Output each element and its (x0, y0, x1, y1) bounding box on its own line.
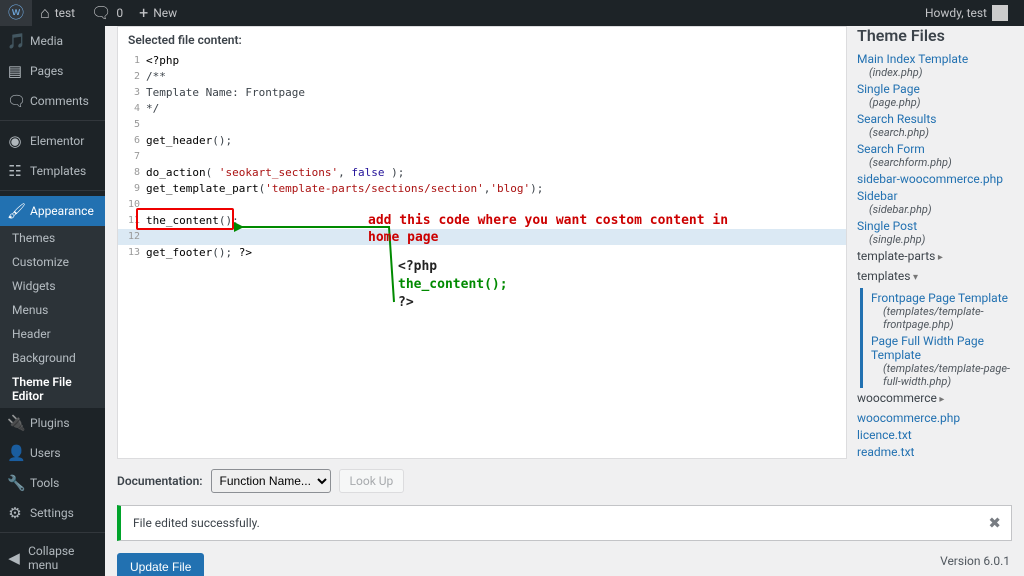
new-content-link[interactable]: +New (131, 0, 185, 26)
menu-elementor[interactable]: ◉Elementor (0, 126, 105, 156)
lookup-button[interactable]: Look Up (339, 469, 405, 493)
file-licence[interactable]: licence.txt (857, 425, 1012, 442)
submenu-menus[interactable]: Menus (0, 298, 105, 322)
plugins-icon: 🔌 (7, 414, 23, 432)
submenu-themes[interactable]: Themes (0, 226, 105, 250)
menu-separator (0, 186, 105, 191)
howdy-text: Howdy, test (925, 6, 987, 20)
settings-icon: ⚙ (7, 504, 23, 522)
menu-comments[interactable]: 🗨Comments (0, 86, 105, 116)
documentation-label: Documentation: (117, 474, 203, 488)
folder-templates[interactable]: templates (857, 266, 1012, 286)
folder-template-parts[interactable]: template-parts (857, 246, 1012, 266)
submenu-widgets[interactable]: Widgets (0, 274, 105, 298)
site-name-label: test (55, 6, 75, 20)
update-file-button[interactable]: Update File (117, 553, 204, 576)
collapse-icon: ◀ (7, 549, 21, 567)
wp-logo-icon[interactable]: ⓦ (0, 0, 32, 26)
submenu-header[interactable]: Header (0, 322, 105, 346)
main-content: Selected file content: 1<?php 2/** 3Temp… (105, 26, 1024, 576)
annotation-php-fn: the_content(); (398, 277, 508, 294)
submenu-theme-file-editor[interactable]: Theme File Editor (0, 370, 105, 408)
admin-bar-right: Howdy, test (917, 0, 1016, 26)
file-single-page[interactable]: Single Page (857, 79, 1012, 96)
menu-separator (0, 528, 105, 533)
tools-icon: 🔧 (7, 474, 23, 492)
theme-files-title: Theme Files (857, 26, 1012, 45)
menu-settings[interactable]: ⚙Settings (0, 498, 105, 528)
users-icon: 👤 (7, 444, 23, 462)
menu-media[interactable]: 🎵Media (0, 26, 105, 56)
file-page-full-width[interactable]: Page Full Width Page Template (871, 331, 1012, 362)
annotation-text-1: add this code where you want costom cont… (368, 213, 728, 247)
comments-icon: 🗨 (7, 92, 23, 110)
menu-plugins[interactable]: 🔌Plugins (0, 408, 105, 438)
avatar (992, 5, 1008, 21)
file-woocommerce-php[interactable]: woocommerce.php (857, 408, 1012, 425)
file-search-form[interactable]: Search Form (857, 139, 1012, 156)
submenu-background[interactable]: Background (0, 346, 105, 370)
annotation-php-close: ?> (398, 295, 414, 312)
templates-subtree: Frontpage Page Template (templates/templ… (860, 288, 1012, 388)
pages-icon: ▤ (7, 62, 23, 80)
menu-templates[interactable]: ☷Templates (0, 156, 105, 186)
success-notice: File edited successfully. ✖ (117, 505, 1012, 541)
appearance-icon: 🖌 (7, 202, 23, 220)
notice-text: File edited successfully. (133, 516, 260, 530)
menu-separator (0, 116, 105, 121)
dismiss-notice-icon[interactable]: ✖ (988, 514, 1001, 532)
documentation-row: Documentation: Function Name... Look Up (117, 469, 1012, 493)
menu-tools[interactable]: 🔧Tools (0, 468, 105, 498)
code-editor: Selected file content: 1<?php 2/** 3Temp… (117, 26, 847, 459)
menu-pages[interactable]: ▤Pages (0, 56, 105, 86)
annotation-box (136, 208, 234, 230)
menu-appearance[interactable]: 🖌Appearance (0, 196, 105, 226)
folder-woocommerce[interactable]: woocommerce (857, 388, 1012, 408)
admin-menu: 🎵Media ▤Pages 🗨Comments ◉Elementor ☷Temp… (0, 26, 105, 576)
file-sidebar[interactable]: Sidebar (857, 186, 1012, 203)
appearance-submenu: Themes Customize Widgets Menus Header Ba… (0, 226, 105, 408)
templates-icon: ☷ (7, 162, 23, 180)
media-icon: 🎵 (7, 32, 23, 50)
theme-files-panel: Theme Files Main Index Template (index.p… (857, 26, 1012, 459)
menu-users[interactable]: 👤Users (0, 438, 105, 468)
annotation-php-open: <?php (398, 259, 437, 276)
comments-link[interactable]: 🗨0 (83, 0, 131, 26)
admin-bar: ⓦ ⌂test 🗨0 +New Howdy, test (0, 0, 1024, 26)
function-select[interactable]: Function Name... (211, 469, 331, 493)
site-name-link[interactable]: ⌂test (32, 0, 83, 26)
my-account-link[interactable]: Howdy, test (917, 0, 1016, 26)
submenu-customize[interactable]: Customize (0, 250, 105, 274)
elementor-icon: ◉ (7, 132, 23, 150)
editor-heading: Selected file content: (118, 27, 846, 53)
file-single-post[interactable]: Single Post (857, 216, 1012, 233)
file-main-index[interactable]: Main Index Template (857, 49, 1012, 66)
new-label: New (153, 6, 177, 20)
version-text: Version 6.0.1 (940, 554, 1010, 568)
file-readme[interactable]: readme.txt (857, 442, 1012, 459)
comments-count: 0 (116, 6, 123, 20)
code-area[interactable]: 1<?php 2/** 3Template Name: Frontpage 4*… (118, 53, 846, 453)
file-sidebar-woo[interactable]: sidebar-woocommerce.php (857, 169, 1012, 186)
menu-collapse[interactable]: ◀Collapse menu (0, 538, 105, 576)
file-search-results[interactable]: Search Results (857, 109, 1012, 126)
admin-bar-left: ⓦ ⌂test 🗨0 +New (0, 0, 185, 26)
file-frontpage-template[interactable]: Frontpage Page Template (871, 288, 1012, 305)
